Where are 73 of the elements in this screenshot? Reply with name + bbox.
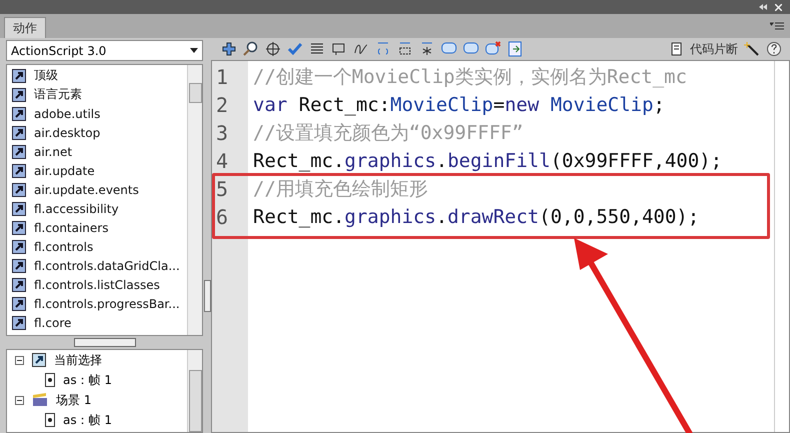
clapperboard-icon xyxy=(32,393,48,407)
package-icon xyxy=(12,202,26,216)
help-icon[interactable] xyxy=(766,41,782,57)
panel-icon[interactable] xyxy=(507,41,523,57)
collapse-icon[interactable] xyxy=(15,356,24,364)
add-icon[interactable] xyxy=(221,41,237,57)
package-item[interactable]: 语言元素 xyxy=(34,86,82,103)
collapse-panel-icon[interactable] xyxy=(759,4,767,10)
code-line: //设置填充颜色为“0x99FFFF” xyxy=(253,121,524,146)
arrow-icon xyxy=(32,353,46,367)
code-line: Rect_mc.graphics.beginFill(0x99FFFF,400); xyxy=(253,149,724,174)
package-icon xyxy=(12,126,26,140)
panel-tab[interactable]: 动作 xyxy=(4,17,46,38)
package-icon xyxy=(12,278,26,292)
package-icon xyxy=(12,240,26,254)
splitter-handle[interactable] xyxy=(74,338,136,347)
package-icon xyxy=(12,258,26,272)
close-icon[interactable] xyxy=(775,4,782,10)
package-item[interactable]: fl.controls xyxy=(34,240,94,254)
code-line: //创建一个MovieClip类实例，实例名为Rect_mc xyxy=(253,65,688,90)
code-line: var Rect_mc:MovieClip=new MovieClip; xyxy=(253,93,666,118)
package-icon xyxy=(12,316,26,330)
expand-all-icon[interactable] xyxy=(419,41,435,57)
line-number: 2 xyxy=(215,92,230,119)
package-item[interactable]: fl.controls.dataGridCla... xyxy=(34,258,180,272)
package-icon xyxy=(12,296,26,310)
tree-item[interactable]: as：帧 1 xyxy=(63,412,112,428)
package-icon xyxy=(12,88,26,102)
package-item[interactable]: fl.accessibility xyxy=(34,202,119,216)
tree-item[interactable]: as：帧 1 xyxy=(63,372,112,388)
frame-icon xyxy=(45,373,55,387)
dropdown-arrow-icon xyxy=(190,48,198,53)
code-snippets-label[interactable]: 代码片断 xyxy=(690,40,738,58)
package-icon xyxy=(12,182,26,196)
target-icon[interactable] xyxy=(265,41,281,57)
line-number: 6 xyxy=(215,204,230,231)
remove-comment-icon[interactable] xyxy=(485,41,501,57)
package-item[interactable]: air.update xyxy=(34,164,95,178)
package-item[interactable]: fl.containers xyxy=(34,220,108,234)
frame-icon xyxy=(45,413,55,427)
package-icon xyxy=(12,106,26,120)
package-item[interactable]: fl.controls.progressBar... xyxy=(34,296,180,310)
package-icon xyxy=(12,220,26,234)
panel-menu-icon[interactable] xyxy=(770,22,784,32)
package-item[interactable]: air.desktop xyxy=(34,126,100,140)
checkmark-icon[interactable] xyxy=(287,41,303,57)
code-line: //用填充色绘制矩形 xyxy=(253,177,429,202)
code-line: Rect_mc.graphics.drawRect(0,0,550,400); xyxy=(253,205,700,230)
collapse-icon[interactable] xyxy=(15,396,24,404)
scrollbar[interactable] xyxy=(187,65,202,335)
code-hint-icon[interactable] xyxy=(331,41,347,57)
package-item[interactable]: fl.core xyxy=(34,316,72,330)
line-number: 3 xyxy=(215,120,230,147)
line-number: 4 xyxy=(215,148,230,175)
tree-item[interactable]: 场景 1 xyxy=(56,392,92,408)
package-icon xyxy=(12,144,26,158)
scrollbar[interactable] xyxy=(187,350,202,432)
package-item[interactable]: adobe.utils xyxy=(34,106,100,120)
package-icon xyxy=(12,68,26,82)
package-icon xyxy=(12,164,26,178)
tree-item[interactable]: 当前选择 xyxy=(54,352,102,368)
search-icon[interactable] xyxy=(243,41,259,57)
package-item[interactable]: 顶级 xyxy=(34,67,58,84)
collapse-braces-icon[interactable] xyxy=(375,41,391,57)
package-item[interactable]: air.update.events xyxy=(34,182,139,196)
collapse-selection-icon[interactable] xyxy=(397,41,413,57)
line-number: 1 xyxy=(215,64,230,91)
line-number: 5 xyxy=(215,176,230,203)
divider-handle[interactable] xyxy=(204,280,210,312)
version-dropdown[interactable]: ActionScript 3.0 xyxy=(6,40,203,61)
magic-wand-icon[interactable] xyxy=(744,41,760,57)
package-item[interactable]: air.net xyxy=(34,144,72,158)
package-item[interactable]: fl.controls.listClasses xyxy=(34,278,160,292)
